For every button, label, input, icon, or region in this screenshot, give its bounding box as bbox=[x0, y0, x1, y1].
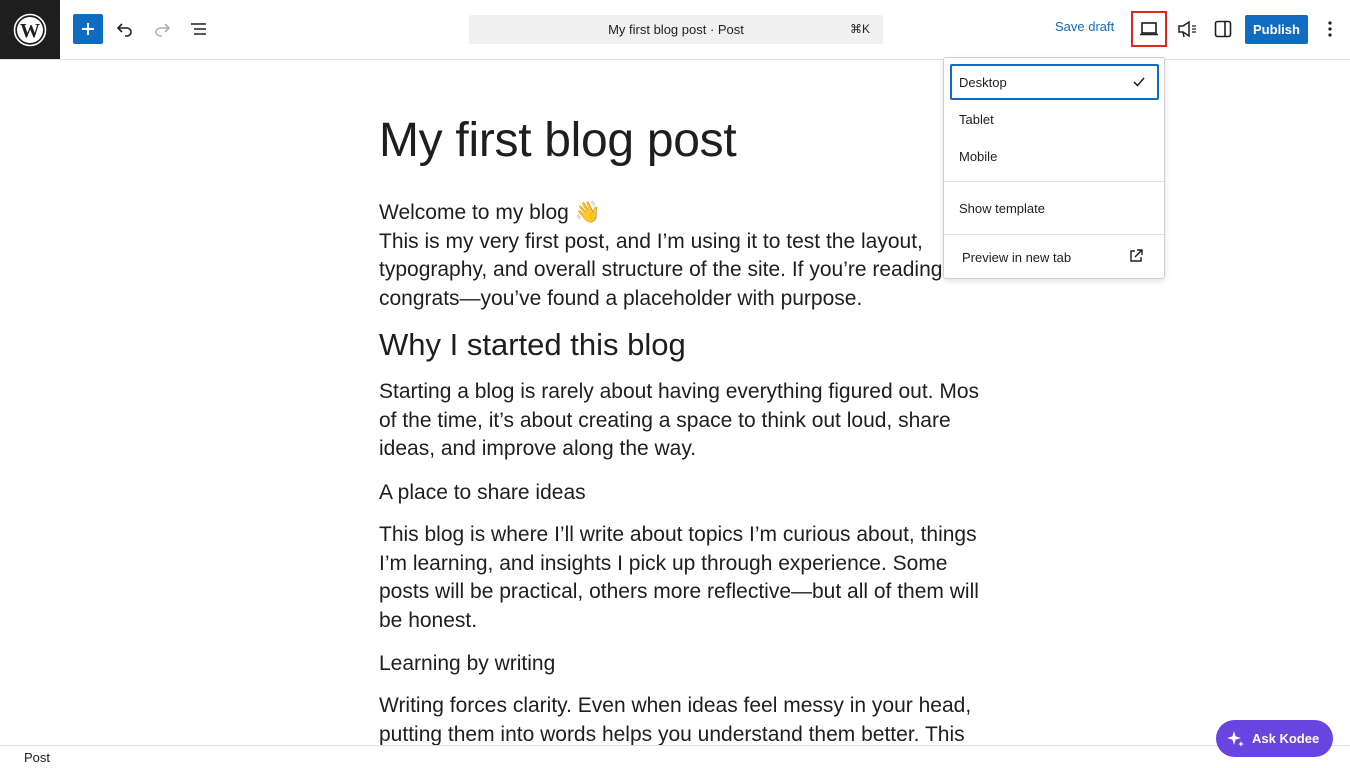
wordpress-logo-icon[interactable]: W bbox=[0, 0, 60, 59]
megaphone-icon bbox=[1178, 20, 1196, 38]
paragraph-line: be honest. bbox=[379, 608, 478, 632]
external-link-icon bbox=[1130, 249, 1143, 262]
menu-item-desktop[interactable]: Desktop bbox=[950, 64, 1159, 100]
publish-button[interactable]: Publish bbox=[1245, 15, 1308, 44]
heading-block[interactable]: Why I started this blog bbox=[379, 327, 686, 363]
shortcut-hint: ⌘K bbox=[849, 22, 870, 36]
command-palette-button[interactable]: My first blog post · Post ⌘K bbox=[469, 15, 883, 44]
menu-divider bbox=[944, 234, 1164, 235]
menu-item-label: Show template bbox=[959, 200, 1045, 216]
status-bar: Post bbox=[0, 745, 1350, 768]
menu-item-label: Preview in new tab bbox=[962, 249, 1072, 265]
post-title[interactable]: My first blog post bbox=[379, 113, 737, 168]
more-vertical-icon bbox=[1328, 21, 1332, 37]
menu-item-label: Desktop bbox=[959, 74, 1007, 90]
welcome-line: Welcome to my blog 👋 bbox=[379, 201, 601, 224]
ask-kodee-label: Ask Kodee bbox=[1252, 731, 1320, 746]
undo-icon bbox=[116, 23, 132, 37]
add-block-button[interactable] bbox=[73, 14, 103, 44]
sparkle-icon bbox=[1227, 731, 1244, 747]
redo-button[interactable] bbox=[147, 14, 177, 44]
editor-toolbar: W My first blog post · Post ⌘K Save draf… bbox=[0, 0, 1350, 60]
paragraph-block[interactable]: This blog is where I’ll write about topi… bbox=[379, 521, 979, 635]
redo-icon bbox=[155, 23, 171, 37]
menu-item-preview-new-tab[interactable]: Preview in new tab bbox=[950, 239, 1159, 275]
list-view-icon bbox=[191, 23, 206, 35]
svg-text:W: W bbox=[20, 20, 40, 42]
device-preview-button[interactable] bbox=[1131, 11, 1167, 47]
sidebar-icon bbox=[1214, 20, 1232, 38]
menu-item-show-template[interactable]: Show template bbox=[950, 190, 1159, 226]
menu-item-mobile[interactable]: Mobile bbox=[950, 138, 1159, 174]
paragraph-line: Writing forces clarity. Even when ideas … bbox=[379, 694, 972, 717]
menu-item-tablet[interactable]: Tablet bbox=[950, 101, 1159, 137]
paragraph-block[interactable]: Starting a blog is rarely about having e… bbox=[379, 378, 979, 464]
preview-dropdown-menu: Desktop Tablet Mobile Show template Prev… bbox=[943, 57, 1165, 279]
paragraph-block[interactable]: Writing forces clarity. Even when ideas … bbox=[379, 692, 979, 745]
paragraph-line: putting them into words helps you unders… bbox=[379, 722, 965, 746]
editor-canvas[interactable]: My first blog post Welcome to my blog 👋 … bbox=[379, 60, 979, 745]
breadcrumb-post[interactable]: Post bbox=[24, 750, 50, 765]
undo-button[interactable] bbox=[110, 14, 140, 44]
paragraph-line: Starting a blog is rarely about having e… bbox=[379, 380, 979, 403]
settings-sidebar-button[interactable] bbox=[1208, 14, 1238, 44]
heading-block[interactable]: A place to share ideas bbox=[379, 481, 586, 505]
options-button[interactable] bbox=[1315, 14, 1345, 44]
announcement-button[interactable] bbox=[1172, 14, 1202, 44]
heading-block[interactable]: Learning by writing bbox=[379, 652, 555, 676]
ask-kodee-button[interactable]: Ask Kodee bbox=[1216, 720, 1333, 757]
paragraph-line: This blog is where I’ll write about topi… bbox=[379, 523, 977, 546]
save-draft-button[interactable]: Save draft bbox=[1055, 19, 1114, 34]
menu-item-label: Mobile bbox=[959, 148, 998, 164]
menu-item-label: Tablet bbox=[959, 111, 994, 127]
paragraph-line: typography, and overall structure of the… bbox=[379, 258, 979, 281]
paragraph-line: of the time, it’s about creating a space… bbox=[379, 408, 951, 432]
wordpress-icon: W bbox=[13, 13, 47, 46]
desktop-icon bbox=[1140, 22, 1158, 36]
menu-divider bbox=[944, 181, 1164, 182]
document-title: My first blog post · Post bbox=[608, 22, 744, 37]
document-overview-button[interactable] bbox=[184, 14, 214, 44]
paragraph-line: I’m learning, and insights I pick up thr… bbox=[379, 551, 948, 575]
paragraph-block[interactable]: Welcome to my blog 👋 This is my very fir… bbox=[379, 199, 979, 313]
paragraph-line: posts will be practical, others more ref… bbox=[379, 580, 979, 603]
paragraph-line: ideas, and improve along the way. bbox=[379, 437, 697, 460]
paragraph-line: This is my very first post, and I’m usin… bbox=[379, 229, 923, 253]
plus-icon bbox=[82, 23, 94, 35]
paragraph-line: congrats—you’ve found a placeholder with… bbox=[379, 286, 863, 310]
checkmark-icon bbox=[1133, 77, 1145, 87]
